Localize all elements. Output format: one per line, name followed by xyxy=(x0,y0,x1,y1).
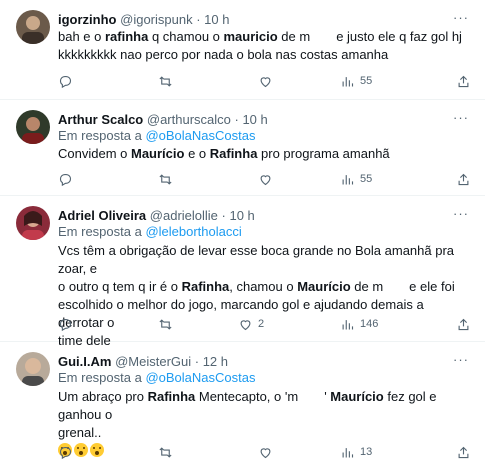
heart-icon xyxy=(240,319,251,330)
display-name[interactable]: Arthur Scalco xyxy=(58,112,143,127)
retweet-icon xyxy=(159,318,172,330)
views-button[interactable]: 55 xyxy=(340,170,372,188)
tweet-header: Adriel Oliveira @adrielollie · 10 h xyxy=(58,208,255,223)
more-options-icon[interactable]: ··· xyxy=(453,10,469,25)
tweet-actions: 55 xyxy=(58,170,471,188)
more-options-icon[interactable]: ··· xyxy=(453,110,469,125)
more-options-icon[interactable]: ··· xyxy=(453,352,469,367)
username[interactable]: @igorispunk xyxy=(120,12,192,27)
tweet-text: Convidem o Maurício e o Rafinha pro prog… xyxy=(58,146,390,161)
reply-context: Em resposta a @oBolaNasCostas xyxy=(58,370,256,385)
share-icon xyxy=(458,75,469,87)
tweet-text: bah e o rafinha q chamou o mauricio de m… xyxy=(58,29,462,62)
share-button[interactable] xyxy=(456,315,471,333)
share-icon xyxy=(458,173,469,185)
share-button[interactable] xyxy=(456,170,471,188)
views-count: 13 xyxy=(360,446,373,458)
reply-button[interactable] xyxy=(58,443,73,461)
timestamp[interactable]: · 10 h xyxy=(196,12,229,27)
retweet-button[interactable] xyxy=(158,315,173,333)
tweet-header: Gui.I.Am @MeisterGui · 12 h xyxy=(58,354,228,369)
tweet-4[interactable]: Gui.I.Am @MeisterGui · 12 h ··· Em respo… xyxy=(0,342,485,465)
tweet-header: igorzinho @igorispunk · 10 h xyxy=(58,12,229,27)
tweet-text: Vcs têm a obrigação de levar esse boca g… xyxy=(58,243,455,348)
tweet-1[interactable]: igorzinho @igorispunk · 10 h ··· bah e o… xyxy=(0,0,485,100)
reply-button[interactable] xyxy=(58,315,73,333)
analytics-icon xyxy=(342,174,354,184)
share-button[interactable] xyxy=(456,72,471,90)
views-button[interactable]: 55 xyxy=(340,72,372,90)
tweet-header: Arthur Scalco @arthurscalco · 10 h xyxy=(58,112,268,127)
tweet-2[interactable]: Arthur Scalco @arthurscalco · 10 h ··· E… xyxy=(0,100,485,196)
display-name[interactable]: Gui.I.Am xyxy=(58,354,111,369)
avatar[interactable] xyxy=(16,206,50,240)
display-name[interactable]: Adriel Oliveira xyxy=(58,208,146,223)
analytics-icon xyxy=(342,447,354,457)
heart-icon xyxy=(260,447,271,458)
tweet-3[interactable]: Adriel Oliveira @adrielollie · 10 h ··· … xyxy=(0,196,485,348)
username[interactable]: @MeisterGui xyxy=(115,354,191,369)
likes-count: 2 xyxy=(258,318,265,330)
share-icon xyxy=(458,446,469,458)
timestamp[interactable]: · 10 h xyxy=(235,112,268,127)
tweet-actions: 2 146 xyxy=(58,315,471,333)
reply-icon xyxy=(59,318,72,331)
views-count: 146 xyxy=(360,318,379,330)
retweet-icon xyxy=(159,446,172,458)
views-button[interactable]: 146 xyxy=(340,315,378,333)
like-button[interactable] xyxy=(258,443,273,461)
reply-icon xyxy=(59,173,72,186)
retweet-icon xyxy=(159,173,172,185)
retweet-button[interactable] xyxy=(158,443,173,461)
reply-handle-link[interactable]: @oBolaNasCostas xyxy=(145,370,255,385)
reply-button[interactable] xyxy=(58,72,73,90)
reply-context: Em resposta a @lelebortholacci xyxy=(58,224,242,239)
reply-handle-link[interactable]: @oBolaNasCostas xyxy=(145,128,255,143)
retweet-button[interactable] xyxy=(158,72,173,90)
retweet-button[interactable] xyxy=(158,170,173,188)
tweet-actions: 13 xyxy=(58,443,471,461)
heart-icon xyxy=(260,174,271,185)
analytics-icon xyxy=(342,319,354,329)
analytics-icon xyxy=(342,76,354,86)
views-count: 55 xyxy=(360,75,373,87)
avatar[interactable] xyxy=(16,110,50,144)
share-icon xyxy=(458,318,469,330)
username[interactable]: @arthurscalco xyxy=(147,112,231,127)
reply-context: Em resposta a @oBolaNasCostas xyxy=(58,128,256,143)
reply-button[interactable] xyxy=(58,170,73,188)
share-button[interactable] xyxy=(456,443,471,461)
heart-icon xyxy=(260,76,271,87)
tweet-actions: 55 xyxy=(58,72,471,90)
timestamp[interactable]: · 12 h xyxy=(195,354,228,369)
reply-icon xyxy=(59,446,72,459)
views-button[interactable]: 13 xyxy=(340,443,372,461)
avatar[interactable] xyxy=(16,352,50,386)
reply-icon xyxy=(59,75,72,88)
more-options-icon[interactable]: ··· xyxy=(453,206,469,221)
reply-handle-link[interactable]: @lelebortholacci xyxy=(145,224,241,239)
retweet-icon xyxy=(159,75,172,87)
like-button[interactable]: 2 xyxy=(238,315,264,333)
avatar[interactable] xyxy=(16,10,50,44)
views-count: 55 xyxy=(360,173,373,185)
username[interactable]: @adrielollie xyxy=(150,208,218,223)
like-button[interactable] xyxy=(258,72,273,90)
like-button[interactable] xyxy=(258,170,273,188)
timestamp[interactable]: · 10 h xyxy=(222,208,255,223)
display-name[interactable]: igorzinho xyxy=(58,12,117,27)
